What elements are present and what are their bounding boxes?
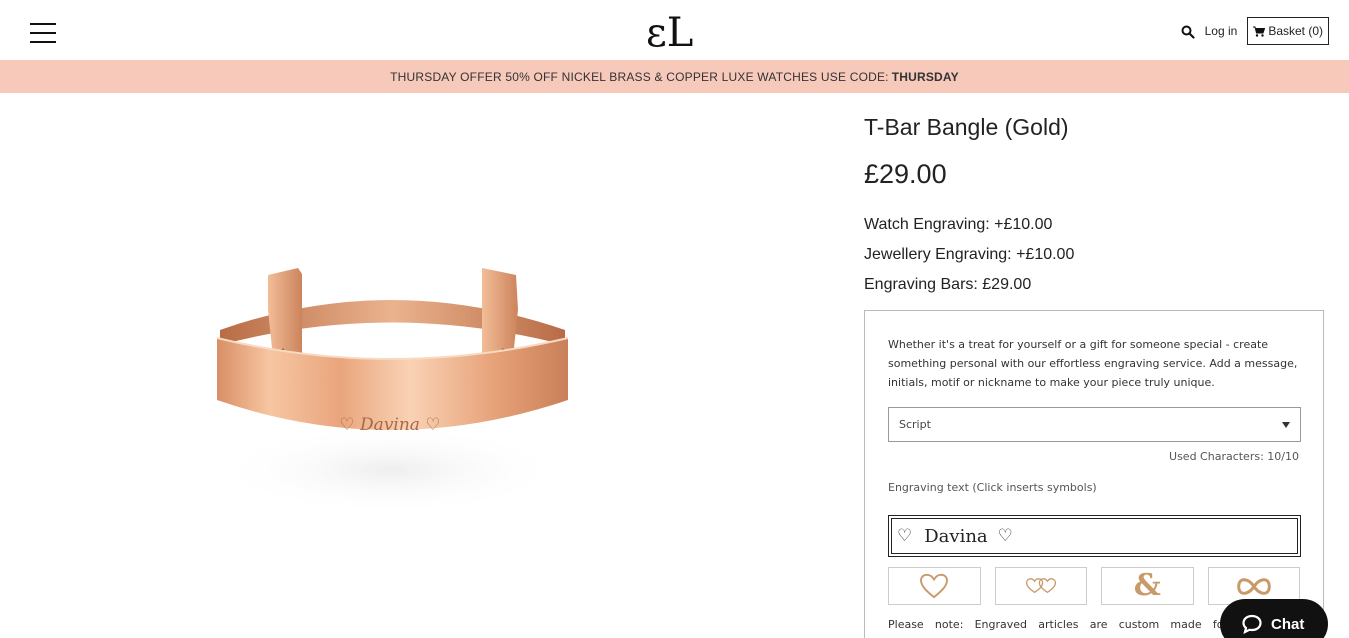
infinity-icon [1236,577,1271,595]
basket-button[interactable]: Basket (0) [1247,17,1329,45]
font-select[interactable]: Script [888,407,1301,442]
search-icon[interactable] [1181,24,1195,39]
insert-ampersand-button[interactable]: & [1101,567,1194,605]
header-actions: Log in Basket (0) [1181,17,1329,45]
jewellery-engraving-price: Jewellery Engraving: +£10.00 [864,246,1075,263]
note-word: Please [888,618,924,631]
engraving-text-input[interactable]: ♡ Davina ♡ [888,515,1301,557]
engraving-note: Please note: Engraved articles are custo… [888,618,1228,631]
chat-button[interactable]: Chat [1220,599,1328,638]
chat-label: Chat [1271,615,1305,633]
engraving-text-label: Engraving text (Click inserts symbols) [888,481,1097,494]
bangle-engraving: ♡ Davina ♡ [339,415,440,435]
product-title: T-Bar Bangle (Gold) [864,114,1069,140]
bangle-image: ♡ Davina ♡ [215,268,569,515]
double-heart-icon [1025,578,1056,594]
note-word: articles [1038,618,1079,631]
heart-symbol: ♡ [897,526,913,546]
note-word: custom [1118,618,1160,631]
menu-icon[interactable] [30,21,56,43]
insert-heart-button[interactable] [888,567,981,605]
note-word: Engraved [974,618,1028,631]
heart-symbol: ♡ [997,526,1013,546]
chat-bubble-icon [1242,614,1262,634]
basket-label: Basket (0) [1268,24,1323,38]
product-image[interactable]: ♡ Davina ♡ [180,230,600,530]
used-characters: Used Characters: 10/10 [1169,450,1299,463]
svg-text:ɛL: ɛL [646,10,693,52]
note-word: made [1170,618,1202,631]
promo-text: THURSDAY OFFER 50% OFF NICKEL BRASS & CO… [390,69,889,84]
engraving-panel: Whether it's a treat for yourself or a g… [864,310,1324,638]
chevron-down-icon [1282,421,1290,428]
ampersand-icon: & [1133,568,1161,603]
engraving-description: Whether it's a treat for yourself or a g… [888,338,1298,389]
watch-engraving-price: Watch Engraving: +£10.00 [864,216,1053,233]
heart-icon [920,573,949,599]
product-details: T-Bar Bangle (Gold) £29.00 Watch Engravi… [864,100,1326,300]
font-select-value: Script [899,418,931,431]
engraving-prices: Watch Engraving: +£10.00 Jewellery Engra… [864,210,1326,300]
note-word: note: [934,618,964,631]
cart-icon [1253,26,1266,37]
site-header: ɛL Log in Basket (0) [0,0,1349,60]
login-link[interactable]: Log in [1205,24,1238,38]
note-word: are [1089,618,1108,631]
brand-logo[interactable]: ɛL [646,8,702,56]
engraving-bars-price: Engraving Bars: £29.00 [864,276,1032,293]
promo-banner[interactable]: THURSDAY OFFER 50% OFF NICKEL BRASS & CO… [0,60,1349,93]
insert-double-heart-button[interactable] [994,567,1087,605]
product-price: £29.00 [864,159,947,189]
logo-mark: ɛL [646,10,693,56]
engraving-word: Davina [924,525,988,547]
promo-code: THURSDAY [891,69,959,84]
